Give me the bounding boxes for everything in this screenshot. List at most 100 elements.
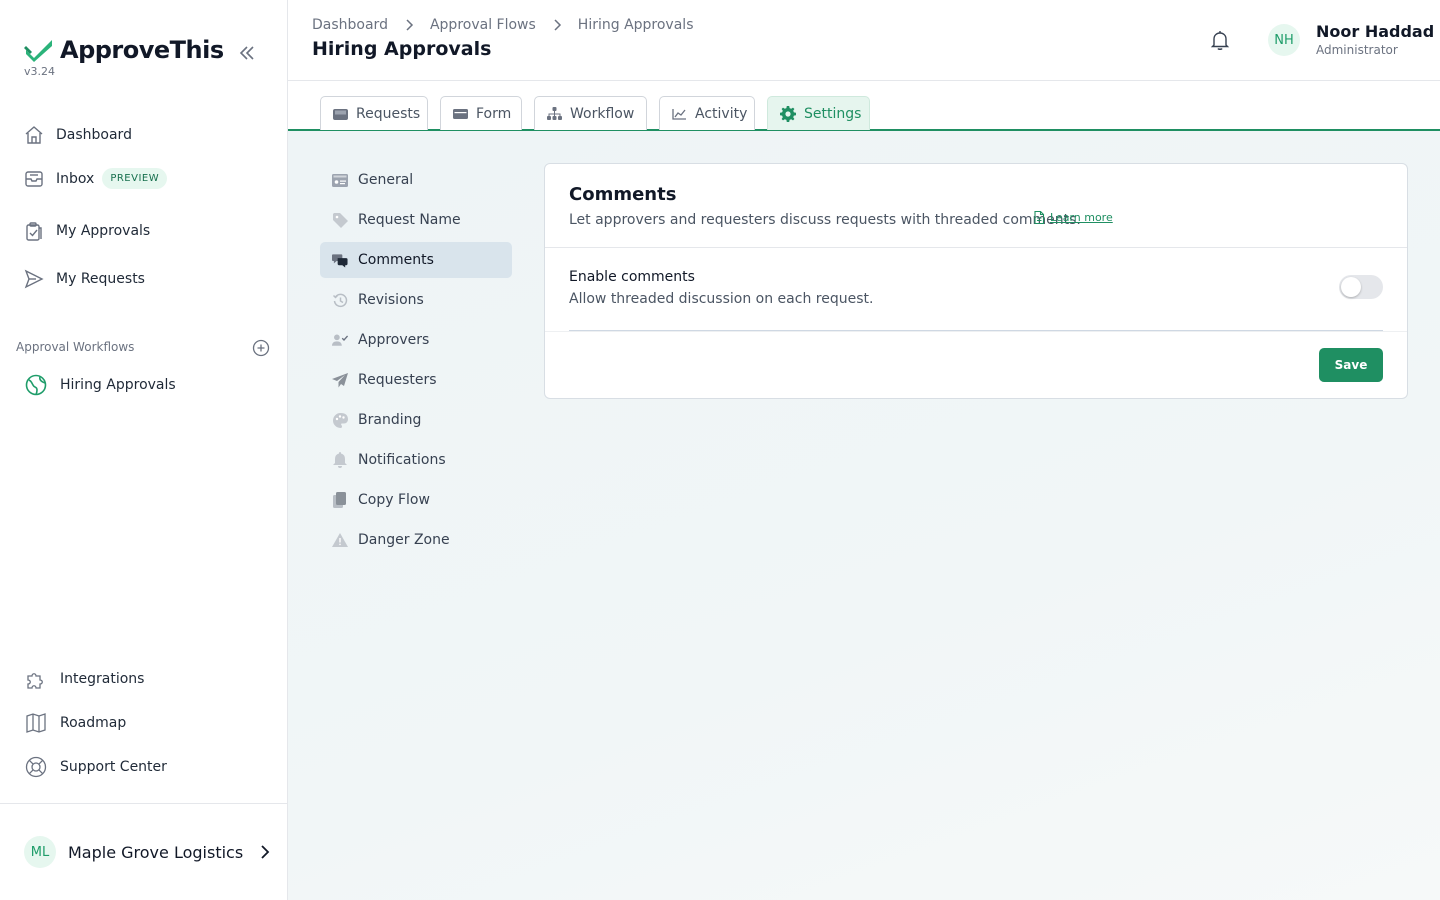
tab-settings[interactable]: Settings [767,96,870,130]
app-version: v3.24 [24,65,56,78]
sidebar-item-integrations[interactable]: Integrations [24,667,144,691]
approval-workflows-title: Approval Workflows [16,340,135,354]
checkmark-logo-icon [24,40,52,62]
id-card-icon [332,172,348,188]
settings-nav-label: Danger Zone [358,532,450,548]
settings-nav-label: Copy Flow [358,492,430,508]
org-name: Maple Grove Logistics [68,842,244,862]
document-icon [1034,211,1045,224]
tab-label: Workflow [570,105,635,122]
sidebar-item-label: Dashboard [56,127,132,143]
tab-label: Form [476,105,512,122]
paper-plane-icon [332,372,348,388]
tab-label: Settings [804,105,862,122]
chevron-right-icon [406,19,414,31]
user-role: Administrator [1316,43,1398,57]
settings-nav-label: Notifications [358,452,446,468]
sidebar: ApproveThis v3.24 Dashboard Inbox PREVIE… [0,0,288,900]
chevron-right-icon [554,19,561,31]
settings-nav-requesters[interactable]: Requesters [320,362,512,398]
card-footer-divider [545,331,1407,332]
sidebar-item-inbox[interactable]: Inbox PREVIEW [24,168,168,189]
send-icon [24,269,44,289]
user-avatar[interactable]: NH [1268,24,1300,56]
enable-comments-label: Enable comments [569,269,695,285]
sidebar-item-my-approvals[interactable]: My Approvals [24,221,150,241]
learn-more-link[interactable]: Learn more [1033,211,1113,224]
settings-nav-revisions[interactable]: Revisions [320,282,512,318]
user-check-icon [332,332,348,348]
tab-workflow[interactable]: Workflow [534,96,647,130]
bell-icon [332,452,348,468]
settings-nav-label: Comments [358,252,434,268]
chart-line-icon [672,107,687,121]
tab-form[interactable]: Form [440,96,522,130]
settings-nav-comments[interactable]: Comments [320,242,512,278]
collapse-sidebar-button[interactable] [236,42,258,64]
sidebar-item-support-center[interactable]: Support Center [24,755,167,779]
tab-activity[interactable]: Activity [659,96,755,130]
settings-nav-approvers[interactable]: Approvers [320,322,512,358]
settings-nav-notifications[interactable]: Notifications [320,442,512,478]
settings-nav-branding[interactable]: Branding [320,402,512,438]
sidebar-item-label: My Requests [56,271,145,287]
settings-nav-copy-flow[interactable]: Copy Flow [320,482,512,518]
learn-more-label: Learn more [1050,211,1113,224]
top-header: Dashboard Approval Flows Hiring Approval… [288,0,1440,81]
settings-nav-danger-zone[interactable]: Danger Zone [320,522,512,558]
breadcrumb: Dashboard Approval Flows Hiring Approval… [312,17,693,33]
card-divider [545,247,1407,248]
tab-label: Activity [695,105,748,122]
settings-nav-label: Branding [358,412,422,428]
notifications-button[interactable] [1208,28,1232,52]
sidebar-item-roadmap[interactable]: Roadmap [24,711,126,735]
tab-requests[interactable]: Requests [320,96,428,130]
settings-nav-label: General [358,172,414,188]
org-avatar: ML [24,836,56,868]
bell-icon [1210,31,1230,50]
sidebar-item-label: Inbox [56,170,95,187]
form-icon [453,107,468,121]
brand-name: ApproveThis [60,36,224,64]
settings-content: General Request Name Comments Revisions … [288,131,1440,900]
add-workflow-button[interactable] [252,339,270,357]
clipboard-check-icon [24,221,44,241]
lifebuoy-icon [24,755,48,779]
sidebar-item-dashboard[interactable]: Dashboard [24,125,132,145]
sidebar-item-my-requests[interactable]: My Requests [24,269,145,289]
enable-comments-help: Allow threaded discussion on each reques… [569,291,874,307]
sidebar-workflow-hiring-approvals[interactable]: Hiring Approvals [24,373,176,397]
flow-tabs: Requests Form Workflow Activity Settings [288,81,1440,131]
sidebar-item-label: Roadmap [60,715,127,731]
save-button[interactable]: Save [1319,348,1383,382]
breadcrumb-approval-flows[interactable]: Approval Flows [430,17,536,33]
settings-nav-label: Revisions [358,292,424,308]
settings-nav-label: Request Name [358,212,461,228]
history-icon [332,292,348,308]
sidebar-item-label: My Approvals [56,223,151,239]
map-icon [24,711,48,735]
home-icon [24,125,44,145]
sidebar-item-label: Hiring Approvals [60,377,176,393]
double-chevron-left-icon [239,46,254,60]
gear-icon [780,105,796,122]
settings-nav-request-name[interactable]: Request Name [320,202,512,238]
breadcrumb-dashboard[interactable]: Dashboard [312,17,388,33]
brand[interactable]: ApproveThis [24,36,224,64]
settings-nav-general[interactable]: General [320,162,512,198]
organization-switcher[interactable]: ML Maple Grove Logistics [24,836,271,868]
card-description: Let approvers and requesters discuss req… [569,212,1081,228]
sidebar-item-label: Support Center [60,759,167,775]
page-title: Hiring Approvals [312,38,492,60]
settings-nav-label: Requesters [358,372,437,388]
breadcrumb-hiring-approvals: Hiring Approvals [577,17,694,33]
tab-label: Requests [356,105,421,122]
enable-comments-toggle[interactable] [1339,275,1383,299]
chevron-right-icon [261,845,270,859]
plus-circle-icon [252,339,270,357]
comments-settings-card: Comments Let approvers and requesters di… [544,163,1408,399]
user-name: Noor Haddad [1316,22,1435,41]
sidebar-item-label: Integrations [60,671,145,687]
preview-badge: PREVIEW [102,168,168,189]
palette-icon [332,412,348,428]
